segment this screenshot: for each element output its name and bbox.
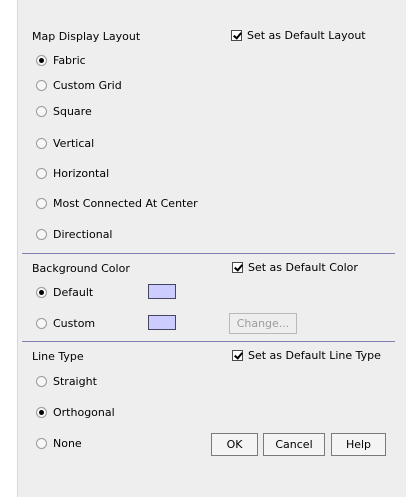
default-line-type-checkbox-box[interactable] [232,350,243,361]
map-layout-heading: Map Display Layout [32,30,141,43]
layout-option-label: Fabric [53,54,86,67]
section-divider [22,341,395,342]
line-type-heading: Line Type [32,350,84,363]
layout-radio-vertical[interactable]: Vertical [36,137,94,150]
layout-radio-most-connected[interactable]: Most Connected At Center [36,197,198,210]
layout-option-label: Vertical [53,137,95,150]
radio-button[interactable] [36,229,47,240]
layout-radio-fabric[interactable]: Fabric [36,54,86,67]
color-option-label: Default [53,286,94,299]
layout-radio-horizontal[interactable]: Horizontal [36,167,109,180]
change-color-button[interactable]: Change... [229,313,297,334]
line-radio-none[interactable]: None [36,437,82,450]
color-radio-default[interactable]: Default [36,286,93,299]
help-button[interactable]: Help [331,433,386,456]
layout-radio-square[interactable]: Square [36,105,92,118]
radio-button[interactable] [36,287,47,298]
line-radio-straight[interactable]: Straight [36,375,97,388]
default-layout-checkbox-box[interactable] [231,30,242,41]
radio-button[interactable] [36,407,47,418]
cancel-button[interactable]: Cancel [263,433,325,456]
line-radio-orthogonal[interactable]: Orthogonal [36,406,115,419]
line-option-label: Straight [53,375,97,388]
layout-radio-custom-grid[interactable]: Custom Grid [36,79,122,92]
layout-option-label: Horizontal [53,167,110,180]
radio-button[interactable] [36,198,47,209]
line-option-label: None [53,437,82,450]
radio-button[interactable] [36,168,47,179]
default-color-checkbox-box[interactable] [232,262,243,273]
default-color-checkbox-label: Set as Default Color [248,261,358,274]
radio-button[interactable] [36,138,47,149]
custom-color-swatch [148,315,176,330]
radio-button[interactable] [36,80,47,91]
color-option-label: Custom [53,317,96,330]
background-color-heading: Background Color [32,262,130,275]
layout-option-label: Most Connected At Center [53,197,198,210]
layout-option-label: Square [53,105,92,118]
radio-button[interactable] [36,376,47,387]
display-settings-panel [17,0,406,497]
section-divider [22,253,395,254]
radio-button[interactable] [36,318,47,329]
radio-button[interactable] [36,55,47,66]
default-color-checkbox[interactable]: Set as Default Color [232,261,358,274]
line-option-label: Orthogonal [53,406,115,419]
layout-option-label: Directional [53,228,113,241]
default-color-swatch [148,284,176,299]
ok-button[interactable]: OK [211,433,258,456]
default-layout-checkbox[interactable]: Set as Default Layout [231,29,366,42]
layout-option-label: Custom Grid [53,79,122,92]
layout-radio-directional[interactable]: Directional [36,228,113,241]
radio-button[interactable] [36,106,47,117]
default-line-type-checkbox[interactable]: Set as Default Line Type [232,349,381,362]
color-radio-custom[interactable]: Custom [36,317,95,330]
radio-button[interactable] [36,438,47,449]
default-line-type-checkbox-label: Set as Default Line Type [248,349,381,362]
default-layout-checkbox-label: Set as Default Layout [247,29,366,42]
